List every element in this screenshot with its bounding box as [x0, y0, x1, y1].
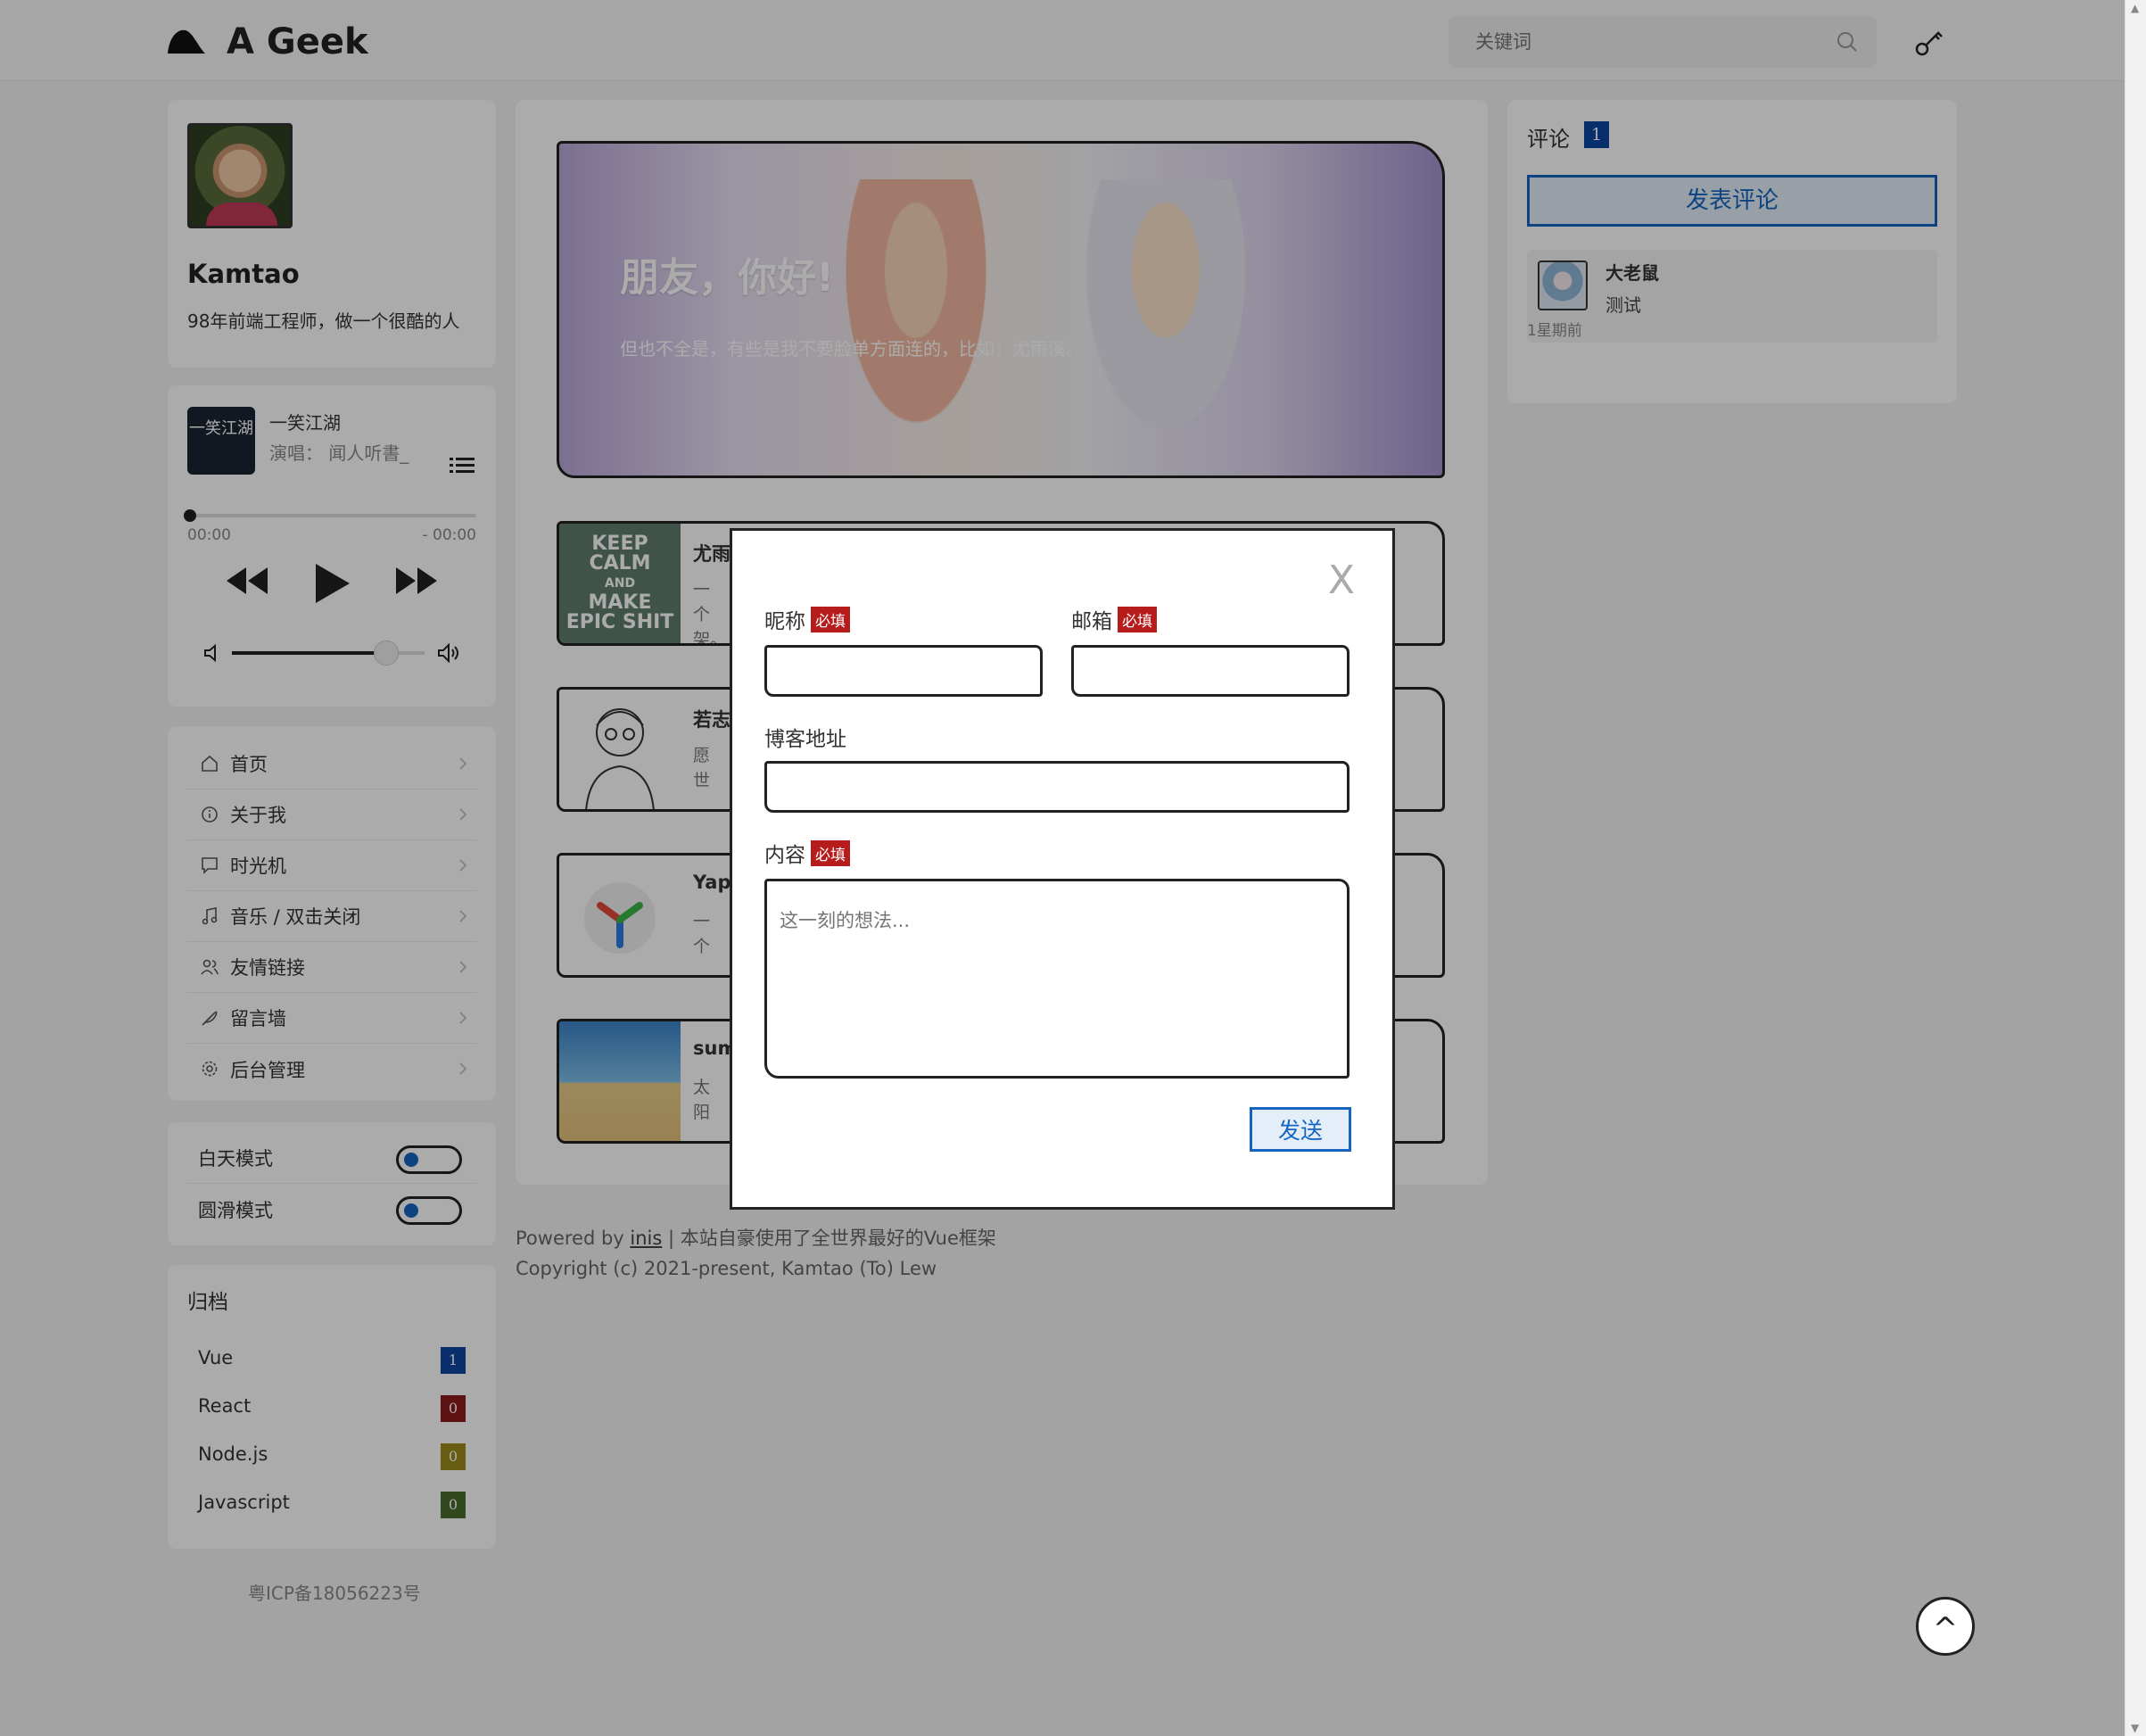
content-label-text: 内容 — [764, 844, 805, 867]
back-to-top-button[interactable]: ^ — [1916, 1597, 1975, 1656]
required-badge: 必填 — [1118, 607, 1157, 632]
blog-label: 博客地址 — [764, 728, 846, 751]
content-textarea[interactable] — [764, 879, 1350, 1079]
email-label-text: 邮箱 — [1071, 610, 1112, 633]
page: A Geek Kamtao 98年前端工程师，做一个很酷的人 一笑江湖 一笑江湖… — [0, 0, 2125, 1736]
scroll-up-arrow-icon[interactable]: ▲ — [2131, 2, 2139, 14]
scrollbar[interactable]: ▲ ▼ — [2125, 0, 2146, 1736]
content-label: 内容 必填 — [764, 838, 850, 868]
blog-url-input[interactable] — [764, 761, 1350, 813]
scroll-down-arrow-icon[interactable]: ▼ — [2131, 1722, 2139, 1734]
nickname-label-text: 昵称 — [764, 610, 805, 633]
email-label: 邮箱 必填 — [1071, 604, 1157, 634]
close-button[interactable]: X — [1328, 558, 1355, 603]
nickname-label: 昵称 必填 — [764, 604, 850, 634]
required-badge: 必填 — [811, 840, 850, 866]
required-badge: 必填 — [811, 607, 850, 632]
email-input[interactable] — [1071, 645, 1350, 697]
comment-modal: X 昵称必填 邮箱必填 博客地址 内容必填 发送 — [730, 528, 1395, 1210]
nickname-input[interactable] — [764, 645, 1043, 697]
send-button[interactable]: 发送 — [1250, 1107, 1351, 1152]
